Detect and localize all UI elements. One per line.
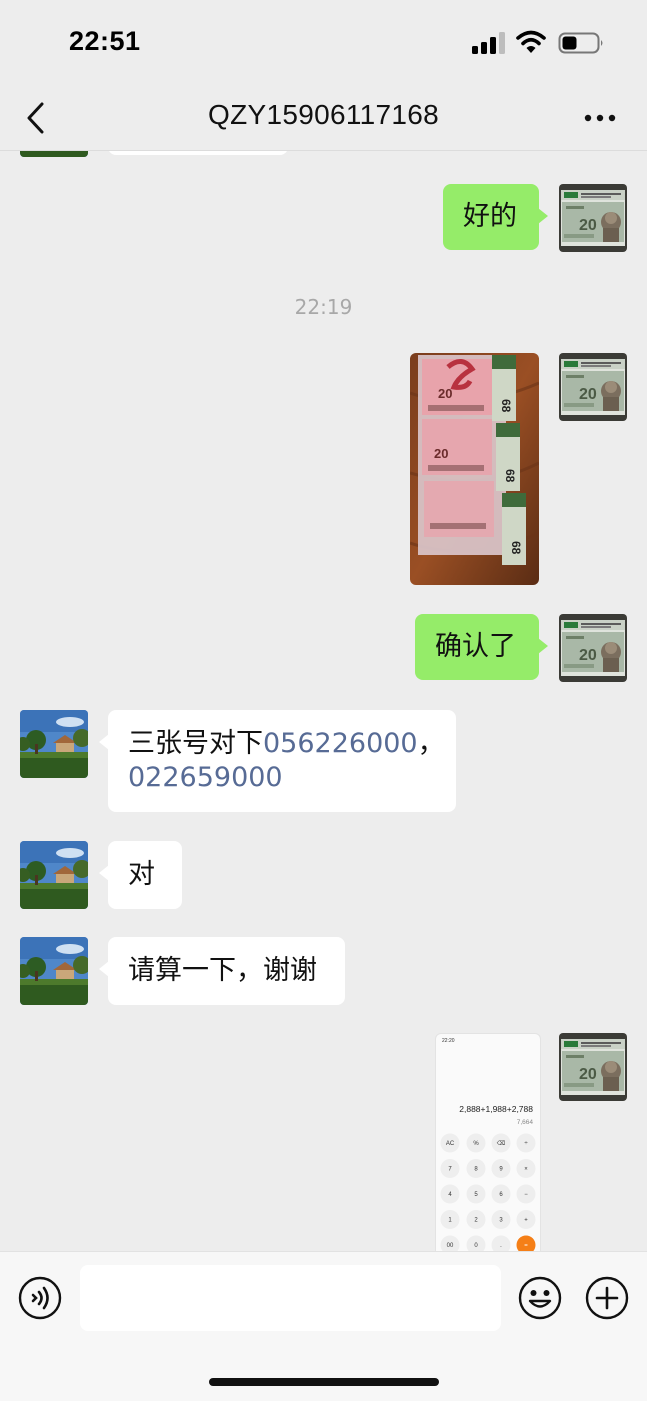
message-text: 请算一下，谢谢 (128, 955, 317, 986)
calc-key: ⌫ (497, 1140, 506, 1147)
signal-icon (472, 32, 505, 54)
calc-key: × (524, 1167, 528, 1173)
message-input[interactable] (80, 1265, 501, 1331)
calc-key: − (524, 1192, 528, 1198)
incoming-message-yes[interactable]: 对 (99, 841, 182, 909)
message-text: 三张号对下 (128, 728, 263, 759)
wifi-icon (516, 30, 546, 53)
my-avatar[interactable] (559, 353, 627, 421)
avatar[interactable] (20, 151, 88, 157)
battery-icon (558, 32, 603, 54)
message-timestamp: 22:19 (294, 295, 353, 319)
calc-keypad: AC% ⌫ ÷7 8 9 ×4 5 6 −1 2 3 +00 0. = (440, 1133, 536, 1251)
emoji-icon[interactable] (518, 1276, 562, 1320)
my-avatar[interactable] (559, 1033, 627, 1101)
serial-number-link[interactable]: 022659000 (128, 762, 283, 793)
incoming-message-please-calc[interactable]: 请算一下，谢谢 (99, 937, 345, 1005)
separator: ， (417, 728, 445, 759)
calc-key: + (524, 1218, 528, 1224)
outgoing-message-ok[interactable]: 好的 (443, 184, 548, 250)
grade-badge: 68 (499, 399, 513, 413)
banknote-photo[interactable]: 20 20 68 68 68 (410, 353, 539, 585)
contact-avatar[interactable] (20, 841, 88, 909)
message-bubble-partial (108, 151, 288, 155)
grade-badge: 68 (509, 541, 523, 555)
input-toolbar (0, 1251, 647, 1401)
calc-status-time: 22:20 (442, 1038, 455, 1044)
chat-header: QZY15906117168 (0, 88, 647, 151)
message-text: 对 (128, 859, 155, 890)
incoming-message-serials[interactable]: 三张号对下056226000， 022659000 (99, 710, 456, 812)
status-time: 22:51 (69, 26, 141, 56)
status-bar: 22:51 (0, 0, 647, 88)
calculator-screenshot[interactable]: 22:20 2,888+1,988+2,788 7,664 AC% ⌫ ÷ 7 8 9 × 4… (435, 1033, 541, 1251)
contact-avatar[interactable] (20, 710, 88, 778)
message-list[interactable]: 好的 22:19 20 20 68 68 68 确认了 三张号对下0562260… (0, 151, 647, 1251)
calc-result: 7,664 (517, 1119, 534, 1126)
calc-key: 00 (447, 1243, 454, 1249)
my-avatar[interactable] (559, 614, 627, 682)
more-icon[interactable] (582, 106, 618, 130)
contact-avatar[interactable] (20, 937, 88, 1005)
plus-icon[interactable] (585, 1276, 629, 1320)
note-denomination: 20 (434, 446, 448, 461)
voice-icon[interactable] (18, 1276, 62, 1320)
home-indicator (209, 1378, 439, 1386)
grade-badge: 68 (503, 469, 517, 483)
note-denomination: 20 (438, 386, 452, 401)
calc-key: AC (446, 1141, 455, 1147)
my-avatar[interactable] (559, 184, 627, 252)
message-text: 好的 (463, 201, 517, 232)
chat-title: QZY15906117168 (208, 99, 439, 130)
outgoing-message-confirmed[interactable]: 确认了 (415, 614, 548, 680)
serial-number-link[interactable]: 056226000 (263, 728, 418, 759)
calc-key: % (473, 1141, 479, 1147)
calc-key: = (524, 1243, 528, 1249)
calc-expression: 2,888+1,988+2,788 (459, 1104, 533, 1114)
message-text: 确认了 (435, 631, 516, 662)
